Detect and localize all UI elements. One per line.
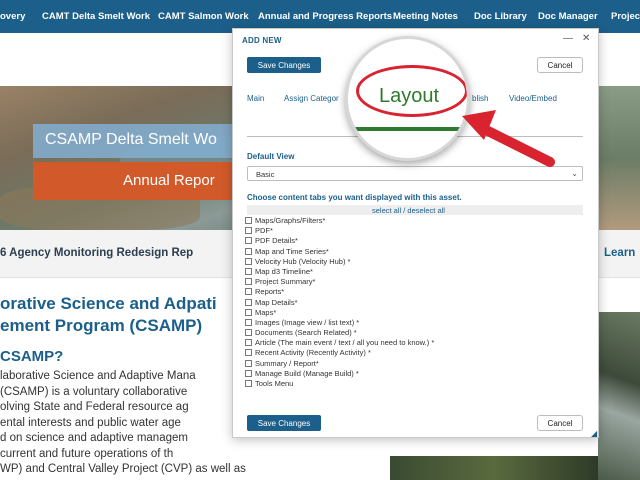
checkbox[interactable] [245,349,252,357]
bottom-photo [390,456,598,480]
checkbox[interactable] [245,359,252,367]
checkbox-label: Documents (Search Related) * [255,328,357,338]
cancel-button-top[interactable]: Cancel [537,57,583,73]
checkbox-label: Maps/Graphs/Filters* [255,216,326,225]
checkbox-label: Reports* [255,287,285,297]
paragraph-line: WP) and Central Valley Project (CVP) as … [0,463,246,475]
checkbox-label: Manage Build (Manage Build) * [255,368,359,378]
checkbox-label: Images (Image view / list text) * [255,317,360,327]
headline-line: orative Science and Adpati [0,294,217,313]
banner-title-band: CSAMP Delta Smelt Wo [33,124,243,158]
nav-item-meeting-notes[interactable]: Meeting Notes [393,11,458,22]
checkbox[interactable] [245,339,252,347]
checkbox-label: PDF* [255,226,273,236]
checkbox-label: Tools Menu [255,379,294,388]
banner-subtitle-band[interactable]: Annual Repor [33,162,243,200]
nav-item-discovery[interactable]: overy [0,11,25,22]
checkbox-item[interactable]: PDF* [245,226,585,236]
checkbox-item[interactable]: Article (The main event / text / all you… [245,338,585,348]
checkbox[interactable] [245,380,252,387]
checkbox-item[interactable]: Project Summary* [245,277,585,287]
checkbox[interactable] [245,288,252,296]
chevron-down-icon: ⌄ [571,169,578,178]
callout-layout-tab[interactable]: Layout [379,85,439,108]
checkbox-label: Summary / Report* [255,358,319,368]
checkbox[interactable] [245,247,252,255]
checkbox-item[interactable]: Maps* [245,308,585,318]
checkbox[interactable] [245,227,252,235]
checkbox-label: Map Details* [255,297,298,307]
select-all-bar: select all / deselect all [247,205,583,215]
checkbox[interactable] [245,217,252,224]
nav-item-projects[interactable]: Projec [611,11,640,22]
article-subhead: CSAMP? [0,348,64,365]
checkbox-label: Map and Time Series* [255,246,329,256]
checkbox[interactable] [245,237,252,245]
tab-assign-category[interactable]: Assign Categor [284,94,339,103]
side-photo [598,312,640,480]
checkbox-item[interactable]: Maps/Graphs/Filters* [245,216,585,226]
checkbox-label: Recent Activity (Recently Activity) * [255,348,371,358]
checkbox[interactable] [245,308,252,316]
checkbox[interactable] [245,278,252,286]
checkbox-label: PDF Details* [255,236,298,246]
checkbox-item[interactable]: Reports* [245,287,585,297]
nav-item-doc-manager[interactable]: Doc Manager [538,11,598,22]
minimize-icon[interactable]: — [563,33,573,44]
checkbox[interactable] [245,329,252,337]
nav-item-camt-delta-smelt[interactable]: CAMT Delta Smelt Work [42,11,150,22]
close-icon[interactable]: ✕ [582,33,590,44]
checkbox[interactable] [245,267,252,275]
checkbox-item[interactable]: Recent Activity (Recently Activity) * [245,348,585,358]
paragraph-line: current and future operations of th [0,447,174,460]
save-changes-button-top[interactable]: Save Changes [247,57,321,73]
nav-item-camt-salmon[interactable]: CAMT Salmon Work [158,11,249,22]
feature-link-monitoring[interactable]: 6 Agency Monitoring Redesign Rep [0,247,193,259]
nav-item-annual-reports[interactable]: Annual and Progress Reports [258,11,392,22]
checkbox[interactable] [245,318,252,326]
select-all-link[interactable]: select all / deselect all [372,206,445,215]
tab-main[interactable]: Main [247,94,264,103]
content-tabs-checklist: Maps/Graphs/Filters* PDF* PDF Details* M… [245,216,585,389]
checkbox-item[interactable]: PDF Details* [245,236,585,246]
feature-link-learn[interactable]: Learn [604,247,635,259]
checkbox[interactable] [245,369,252,377]
checkbox-item[interactable]: Images (Image view / list text) * [245,318,585,328]
checkbox-label: Article (The main event / text / all you… [255,338,435,348]
banner-title: CSAMP Delta Smelt Wo [45,131,217,148]
article-headline: orative Science and Adpati ement Program… [0,293,217,337]
checkbox-item[interactable]: Map d3 Timeline* [245,267,585,277]
checkbox-label: Velocity Hub (Velocity Hub) * [255,256,351,266]
checkbox-item[interactable]: Summary / Report* [245,359,585,369]
checkbox-label: Project Summary* [255,277,316,287]
checkbox-item[interactable]: Map Details* [245,298,585,308]
checkbox-label: Map d3 Timeline* [255,266,313,276]
cancel-button-bottom[interactable]: Cancel [537,415,583,431]
checkbox-item[interactable]: Documents (Search Related) * [245,328,585,338]
headline-line: ement Program (CSAMP) [0,316,203,335]
content-tabs-label: Choose content tabs you want displayed w… [247,193,462,202]
dialog-title: ADD NEW [242,36,282,45]
checkbox-item[interactable]: Velocity Hub (Velocity Hub) * [245,257,585,267]
checkbox-item[interactable]: Tools Menu [245,379,585,389]
red-arrow-icon [462,110,555,167]
nav-item-doc-library[interactable]: Doc Library [474,11,527,22]
checkbox-item[interactable]: Manage Build (Manage Build) * [245,369,585,379]
resize-handle-icon[interactable]: ◢ [591,429,597,438]
save-changes-button-bottom[interactable]: Save Changes [247,415,321,431]
checkbox-label: Maps* [255,307,277,317]
default-view-label: Default View [247,152,295,161]
checkbox-item[interactable]: Map and Time Series* [245,247,585,257]
banner-subtitle: Annual Repor [123,172,215,189]
default-view-value: Basic [256,170,275,179]
checkbox[interactable] [245,257,252,265]
checkbox[interactable] [245,298,252,306]
